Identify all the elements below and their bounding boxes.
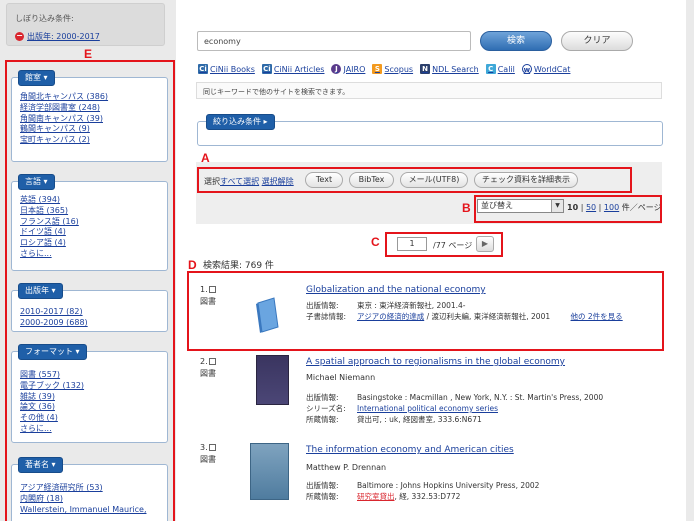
jairo-icon: J [331,64,342,74]
record-checkbox[interactable] [208,358,216,365]
annotation-label-d: D [188,258,197,272]
link-cinii-articles[interactable]: Ci CiNii Articles [261,64,324,74]
result-count: 検索結果: 769 件 [203,261,274,271]
scopus-icon: S [372,64,383,74]
record-author: Michael Niemann [306,373,376,382]
link-ndl-search[interactable]: N NDL Search [420,64,479,74]
record-author: Matthew P. Drennan [306,463,387,472]
search-button[interactable]: 検索 [480,31,552,51]
calil-icon: C [485,64,496,74]
annotation-box-a [197,167,632,193]
book-cover-image [256,355,289,405]
worldcat-icon: w [521,64,532,74]
search-input[interactable]: economy [197,31,471,51]
lending-status-link[interactable]: 研究室貸出 [357,492,395,501]
remove-icon[interactable]: − [15,32,24,41]
cinii-icon: Ci [261,64,272,74]
link-calil[interactable]: C Calil [485,64,515,74]
narrow-conditions-button[interactable]: 絞り込み条件 ▸ [206,114,275,130]
annotation-box-b [474,195,662,223]
annotation-label-e: E [84,47,93,61]
record-type: 図書 [200,369,216,378]
record-type: 図書 [200,455,216,464]
annotation-label-a: A [201,151,210,165]
result-record: 2. 図書 A spatial approach to regionalisms… [200,355,604,424]
annotation-label-b: B [462,201,471,215]
annotation-label-c: C [371,235,380,249]
cinii-icon: Ci [198,64,208,74]
book-cover-image [250,443,289,500]
link-scopus[interactable]: S Scopus [372,64,413,74]
link-jairo[interactable]: J JAIRO [331,64,365,74]
annotation-box-d [187,271,664,351]
annotation-box-c [385,232,503,257]
search-note: 同じキーワードで他のサイトを検索できます。 [196,82,662,99]
external-links: Ci CiNii Books Ci CiNii Articles J JAIRO SS… [198,64,570,74]
conditions-panel: しぼり込み条件: − 出版年: 2000-2017 [6,3,165,46]
active-condition-label: 出版年: 2000-2017 [27,32,100,41]
ndl-icon: N [420,64,431,74]
record-title-link[interactable]: The information economy and American cit… [306,445,514,455]
conditions-title: しぼり込み条件: [15,14,74,23]
series-link[interactable]: International political economy series [357,404,498,413]
record-checkbox[interactable] [208,444,216,451]
link-worldcat[interactable]: w WorldCat [521,64,570,74]
record-title-link[interactable]: A spatial approach to regionalisms in th… [306,357,565,367]
annotation-box-e [5,60,175,521]
link-cinii-books[interactable]: Ci CiNii Books [198,64,255,74]
result-record: 3. 図書 The information economy and Americ… [200,443,540,501]
active-condition[interactable]: − 出版年: 2000-2017 [15,31,100,42]
clear-button[interactable]: クリア [561,31,633,51]
